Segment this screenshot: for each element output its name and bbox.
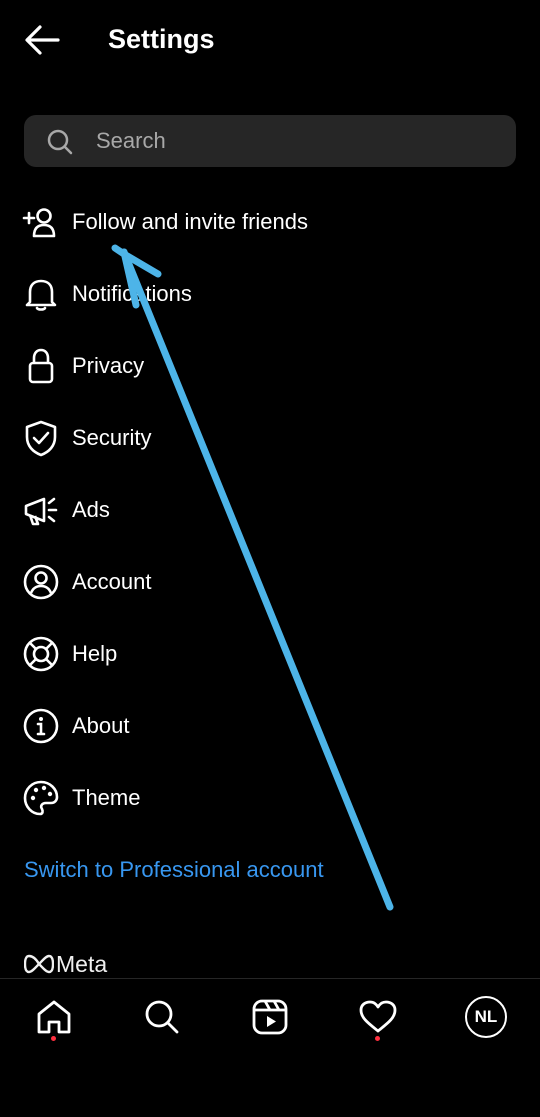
meta-infinity-icon (24, 954, 54, 974)
account-circle-icon (23, 564, 59, 600)
page-title: Settings (108, 24, 215, 54)
menu-item-label: Follow and invite friends (72, 209, 309, 234)
megaphone-icon (24, 497, 58, 526)
add-person-icon (22, 208, 56, 238)
menu-item-label: Privacy (72, 353, 145, 378)
home-notification-dot (51, 1036, 56, 1041)
switch-professional-link[interactable]: Switch to Professional account (24, 856, 324, 884)
nav-search-button[interactable] (142, 997, 182, 1037)
avatar-initials: NL (474, 1007, 498, 1026)
settings-menu: Follow and invite friends Notifications … (0, 186, 540, 834)
menu-item-about[interactable]: About (0, 690, 540, 762)
menu-item-label: About (72, 713, 130, 738)
info-icon (23, 708, 59, 744)
menu-item-label: Theme (72, 785, 141, 810)
heart-icon (359, 1000, 397, 1033)
lock-icon (28, 348, 54, 384)
menu-item-follow-invite[interactable]: Follow and invite friends (0, 186, 540, 258)
menu-item-theme[interactable]: Theme (0, 762, 540, 834)
profile-avatar[interactable]: NL (465, 996, 507, 1038)
nav-activity-button[interactable] (358, 997, 398, 1037)
menu-item-label: Ads (72, 497, 110, 522)
lifebuoy-icon (23, 636, 59, 672)
search-placeholder: Search (96, 128, 166, 153)
reels-icon (252, 999, 288, 1035)
arrow-left-icon (25, 25, 60, 55)
menu-item-label: Security (72, 425, 152, 450)
bell-icon (25, 279, 57, 311)
menu-item-privacy[interactable]: Privacy (0, 330, 540, 402)
bottom-nav (0, 979, 540, 1059)
shield-check-icon (25, 420, 57, 457)
header: Settings (0, 0, 540, 80)
menu-item-label: Notifications (72, 281, 192, 306)
menu-item-help[interactable]: Help (0, 618, 540, 690)
menu-item-security[interactable]: Security (0, 402, 540, 474)
nav-home-button[interactable] (34, 997, 74, 1037)
menu-item-ads[interactable]: Ads (0, 474, 540, 546)
search-icon (145, 1000, 179, 1034)
menu-item-account[interactable]: Account (0, 546, 540, 618)
palette-icon (23, 780, 59, 816)
meta-brand-text: Meta (56, 951, 108, 977)
search-input[interactable]: Search (24, 115, 516, 167)
menu-item-notifications[interactable]: Notifications (0, 258, 540, 330)
home-icon (37, 1000, 71, 1034)
nav-reels-button[interactable] (250, 997, 290, 1037)
search-icon (47, 129, 73, 155)
menu-item-label: Account (72, 569, 152, 594)
menu-item-label: Help (72, 641, 118, 666)
activity-notification-dot (375, 1036, 380, 1041)
back-button[interactable] (22, 22, 62, 58)
